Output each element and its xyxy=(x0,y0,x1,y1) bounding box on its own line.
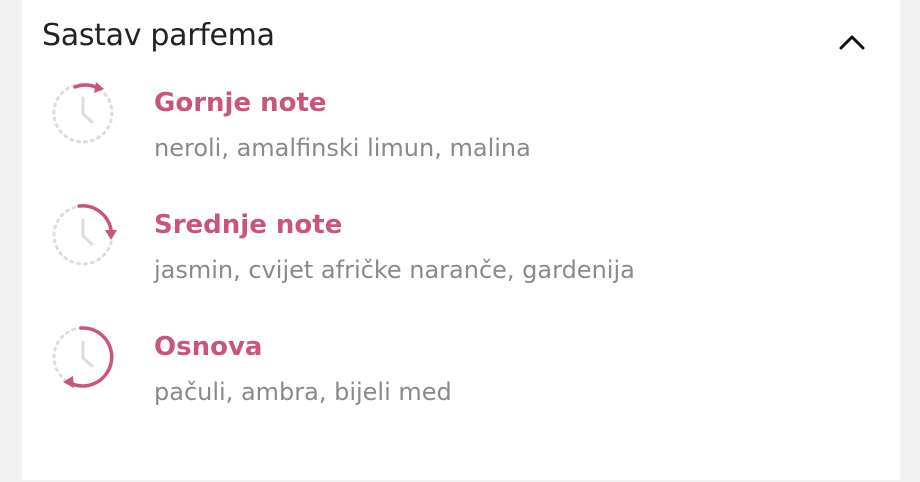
top-notes-clock-icon xyxy=(52,82,114,144)
note-ingredients: neroli, amalfinski limun, malina xyxy=(154,134,531,162)
note-name: Srednje note xyxy=(154,210,343,240)
collapse-button[interactable] xyxy=(832,24,872,60)
chevron-up-icon xyxy=(839,35,865,50)
base-notes-clock-icon xyxy=(52,326,114,388)
perfume-composition-card: Sastav parfema Gornje note neroli, amalf… xyxy=(22,0,900,480)
note-middle: Srednje note jasmin, cvijet afričke nara… xyxy=(22,200,900,300)
note-base: Osnova pačuli, ambra, bijeli med xyxy=(22,322,900,422)
middle-notes-clock-icon xyxy=(52,204,117,266)
note-name: Osnova xyxy=(154,332,263,362)
section-title: Sastav parfema xyxy=(42,18,275,53)
section-header[interactable]: Sastav parfema xyxy=(22,0,900,76)
note-top: Gornje note neroli, amalfinski limun, ma… xyxy=(22,78,900,178)
note-ingredients: pačuli, ambra, bijeli med xyxy=(154,378,452,406)
note-ingredients: jasmin, cvijet afričke naranče, gardenij… xyxy=(154,256,635,284)
note-name: Gornje note xyxy=(154,88,327,118)
